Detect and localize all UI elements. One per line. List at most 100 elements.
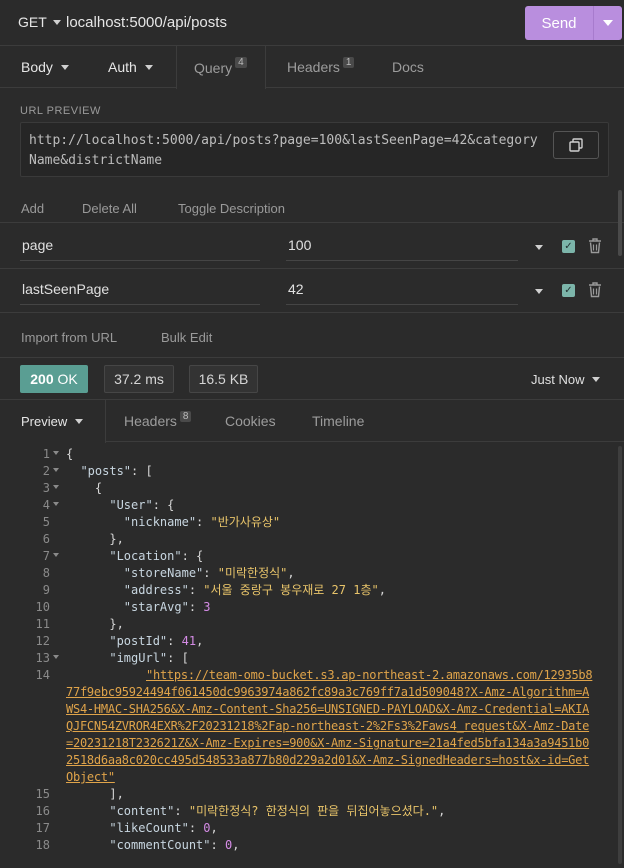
json-punct: : [ — [167, 651, 189, 665]
status-text: OK — [57, 371, 78, 387]
json-punct: : { — [181, 549, 204, 563]
response-tabs: Preview Headers 8 Cookies Timeline — [0, 400, 624, 443]
json-number: 3 — [203, 600, 211, 614]
tab-body[interactable]: Body — [21, 46, 69, 88]
delete-all-button[interactable]: Delete All — [82, 201, 137, 216]
bulk-edit-button[interactable]: Bulk Edit — [161, 330, 212, 345]
tab-headers-label: Headers — [287, 59, 340, 75]
json-key: "commentCount" — [109, 838, 211, 852]
json-number: 0 — [203, 821, 211, 835]
json-string: "서울 중랑구 봉우재로 27 1층" — [203, 583, 379, 597]
chevron-down-icon — [592, 377, 601, 382]
response-status-bar: 200 OK 37.2 ms 16.5 KB Just Now — [0, 358, 624, 400]
method-label: GET — [18, 14, 47, 30]
param-row: lastSeenPage 42 ✓ — [0, 269, 624, 313]
tab-headers[interactable]: Headers 1 — [287, 46, 355, 88]
divider — [20, 304, 260, 305]
chevron-down-icon — [60, 64, 69, 70]
json-brace: { — [94, 481, 103, 495]
param-name-field[interactable]: page — [22, 237, 53, 253]
json-number: 41 — [181, 634, 197, 648]
trash-icon[interactable] — [588, 238, 602, 254]
json-punct: : [ — [131, 464, 153, 478]
divider — [20, 260, 260, 261]
add-param-button[interactable]: Add — [21, 201, 44, 216]
tab-response-headers[interactable]: Headers 8 — [124, 400, 192, 442]
json-key: "postId" — [109, 634, 168, 648]
json-key: "starAvg" — [123, 600, 189, 614]
json-brace: }, — [109, 617, 124, 631]
json-key: "posts" — [80, 464, 132, 478]
json-key: "storeName" — [123, 566, 204, 580]
fold-toggle[interactable] — [53, 650, 61, 659]
url-input[interactable]: localhost:5000/api/posts — [66, 14, 227, 31]
json-string: "미락한정식" — [217, 566, 288, 580]
json-key: "Location" — [109, 549, 182, 563]
history-label: Just Now — [531, 372, 585, 387]
image-url-link[interactable]: "https://team-omo-bucket.s3.ap-northeast… — [66, 667, 596, 786]
fold-toggle[interactable] — [53, 548, 61, 557]
param-options-dropdown[interactable] — [535, 245, 543, 250]
chevron-down-icon — [75, 419, 84, 424]
json-brace: { — [66, 447, 74, 461]
fold-toggle[interactable] — [53, 497, 61, 506]
param-actions: Add Delete All Toggle Description — [0, 195, 624, 223]
chevron-down-icon — [603, 20, 613, 26]
send-options-dropdown[interactable] — [594, 20, 622, 26]
json-key: "address" — [123, 583, 189, 597]
tab-docs[interactable]: Docs — [392, 46, 424, 88]
tab-preview[interactable]: Preview — [0, 400, 106, 443]
param-enabled-checkbox[interactable]: ✓ — [562, 284, 575, 297]
json-key: "nickname" — [123, 515, 197, 529]
url-preview-box: http://localhost:5000/api/posts?page=100… — [20, 122, 609, 177]
history-dropdown[interactable]: Just Now — [531, 372, 601, 387]
tab-body-label: Body — [21, 59, 53, 75]
divider — [286, 260, 518, 261]
response-size: 16.5 KB — [189, 365, 258, 393]
tab-timeline[interactable]: Timeline — [312, 400, 364, 442]
params-scrollbar[interactable] — [618, 190, 622, 256]
response-scrollbar[interactable] — [618, 446, 622, 864]
json-key: "content" — [109, 804, 175, 818]
send-label: Send — [541, 14, 577, 32]
param-value-field[interactable]: 42 — [288, 281, 304, 297]
response-time: 37.2 ms — [104, 365, 174, 393]
trash-icon[interactable] — [588, 282, 602, 298]
request-tabs: Body Auth Query 4 Headers 1 Docs — [0, 46, 624, 89]
status-code: 200 — [30, 371, 54, 387]
json-key: "imgUrl" — [109, 651, 168, 665]
param-name-field[interactable]: lastSeenPage — [22, 281, 109, 297]
json-bracket: ], — [109, 787, 124, 801]
import-actions: Import from URL Bulk Edit — [0, 322, 624, 358]
fold-toggle[interactable] — [53, 446, 61, 455]
url-preview-text: http://localhost:5000/api/posts?page=100… — [29, 133, 538, 168]
param-enabled-checkbox[interactable]: ✓ — [562, 240, 575, 253]
param-value-field[interactable]: 100 — [288, 237, 311, 253]
copy-icon — [569, 138, 583, 152]
import-from-url-button[interactable]: Import from URL — [21, 330, 117, 345]
tab-preview-label: Preview — [21, 414, 68, 429]
tab-cookies-label: Cookies — [225, 413, 276, 429]
json-string: "반가사유상" — [210, 515, 281, 529]
headers-count-badge: 1 — [342, 56, 355, 68]
url-preview-label: URL PREVIEW — [20, 105, 101, 117]
json-punct: : { — [152, 498, 175, 512]
method-selector[interactable]: GET — [18, 14, 61, 30]
copy-url-button[interactable] — [553, 131, 599, 159]
fold-toggle[interactable] — [53, 480, 61, 489]
json-brace: }, — [109, 532, 124, 546]
response-headers-count-badge: 8 — [179, 410, 192, 422]
toggle-description-button[interactable]: Toggle Description — [178, 201, 285, 216]
tab-cookies[interactable]: Cookies — [225, 400, 276, 442]
chevron-down-icon — [52, 19, 61, 25]
param-options-dropdown[interactable] — [535, 289, 543, 294]
param-row: page 100 ✓ — [0, 225, 624, 269]
tab-query[interactable]: Query 4 — [176, 46, 266, 89]
response-json-viewer: 1 { 2 "posts": [ 3 { 4 "User": { 5 "nick… — [0, 446, 618, 868]
tab-auth[interactable]: Auth — [108, 46, 153, 88]
chevron-down-icon — [144, 64, 153, 70]
query-count-badge: 4 — [235, 57, 247, 68]
fold-toggle[interactable] — [53, 463, 61, 472]
json-number: 0 — [224, 838, 233, 852]
send-button[interactable]: Send — [525, 6, 622, 40]
